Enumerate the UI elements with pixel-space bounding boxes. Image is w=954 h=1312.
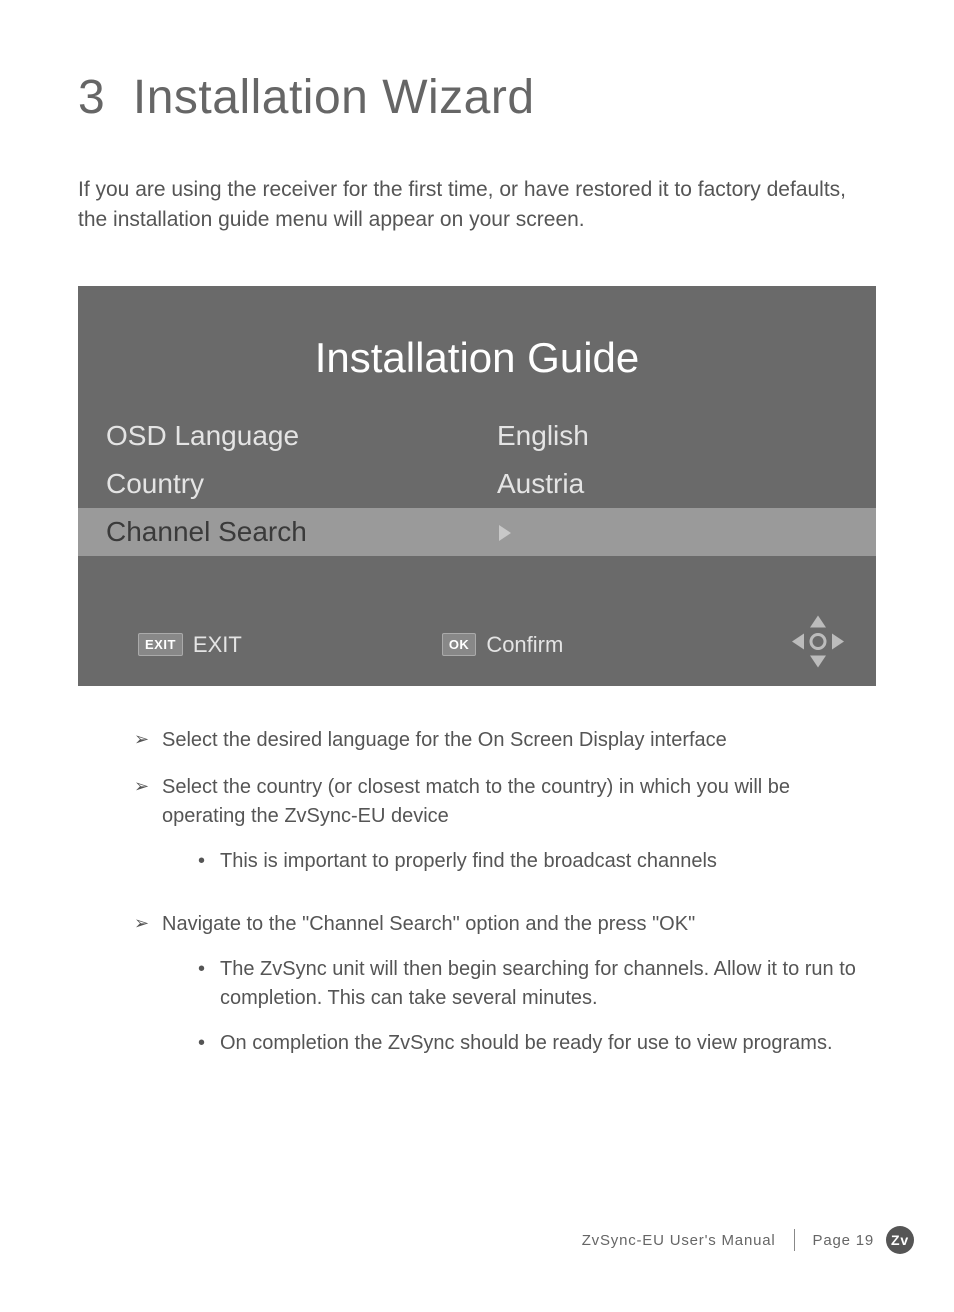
row-value-channel-search <box>477 516 848 548</box>
dot-icon: • <box>198 955 220 1013</box>
footer-divider <box>794 1229 795 1251</box>
page: 3 Installation Wizard If you are using t… <box>0 0 954 1312</box>
dpad-icon <box>788 611 848 676</box>
bullet-1-text: Select the desired language for the On S… <box>162 726 876 755</box>
bullet-2-content: Select the country (or closest match to … <box>162 773 876 892</box>
bullet-1: ➢ Select the desired language for the On… <box>134 726 876 755</box>
chapter-number: 3 <box>78 71 105 124</box>
bullet-3-sublist: • The ZvSync unit will then begin search… <box>162 955 876 1058</box>
row-osd-language: OSD Language English <box>78 412 876 460</box>
play-icon <box>497 516 513 548</box>
dot-icon: • <box>198 1029 220 1058</box>
confirm-label: Confirm <box>486 632 563 658</box>
row-value-country: Austria <box>477 468 848 500</box>
zv-logo-icon: Zv <box>886 1226 914 1254</box>
row-country: Country Austria <box>78 460 876 508</box>
exit-label: EXIT <box>193 632 242 658</box>
row-channel-search: Channel Search <box>78 508 876 556</box>
bullet-3-sub-2: • On completion the ZvSync should be rea… <box>198 1029 876 1058</box>
chapter-title: 3 Installation Wizard <box>78 70 876 125</box>
bullet-2: ➢ Select the country (or closest match t… <box>134 773 876 892</box>
ok-badge: OK <box>442 633 477 656</box>
bullet-2-sublist: • This is important to properly find the… <box>162 847 876 876</box>
row-label-channel-search: Channel Search <box>106 516 477 548</box>
screen-inner: Installation Guide OSD Language English … <box>78 286 876 686</box>
bullet-2-sub-1-text: This is important to properly find the b… <box>220 847 717 876</box>
chapter-name: Installation Wizard <box>133 71 535 124</box>
footer-page-number: Page 19 <box>813 1232 874 1249</box>
screen-footer: EXIT EXIT OK Confirm <box>78 602 876 686</box>
arrow-icon: ➢ <box>134 726 162 755</box>
row-label-osd: OSD Language <box>106 420 477 452</box>
instruction-list: ➢ Select the desired language for the On… <box>78 726 876 1074</box>
footer-exit: EXIT EXIT <box>138 632 242 658</box>
bullet-3-text: Navigate to the "Channel Search" option … <box>162 910 876 939</box>
screen-title: Installation Guide <box>78 334 876 382</box>
bullet-2-sub-1: • This is important to properly find the… <box>198 847 876 876</box>
bullet-3-sub-2-text: On completion the ZvSync should be ready… <box>220 1029 833 1058</box>
arrow-icon: ➢ <box>134 773 162 892</box>
installation-guide-screenshot: Installation Guide OSD Language English … <box>78 286 876 686</box>
row-label-country: Country <box>106 468 477 500</box>
bullet-3: ➢ Navigate to the "Channel Search" optio… <box>134 910 876 1074</box>
dot-icon: • <box>198 847 220 876</box>
bullet-3-sub-1-text: The ZvSync unit will then begin searchin… <box>220 955 876 1013</box>
row-empty <box>78 556 876 602</box>
footer-manual-name: ZvSync-EU User's Manual <box>582 1232 776 1249</box>
arrow-icon: ➢ <box>134 910 162 1074</box>
bullet-3-sub-1: • The ZvSync unit will then begin search… <box>198 955 876 1013</box>
intro-paragraph: If you are using the receiver for the fi… <box>78 175 876 236</box>
row-value-osd: English <box>477 420 848 452</box>
footer-confirm: OK Confirm <box>442 632 564 658</box>
exit-badge: EXIT <box>138 633 183 656</box>
bullet-2-text: Select the country (or closest match to … <box>162 773 876 831</box>
page-footer: ZvSync-EU User's Manual Page 19 Zv <box>582 1226 914 1254</box>
bullet-3-content: Navigate to the "Channel Search" option … <box>162 910 876 1074</box>
